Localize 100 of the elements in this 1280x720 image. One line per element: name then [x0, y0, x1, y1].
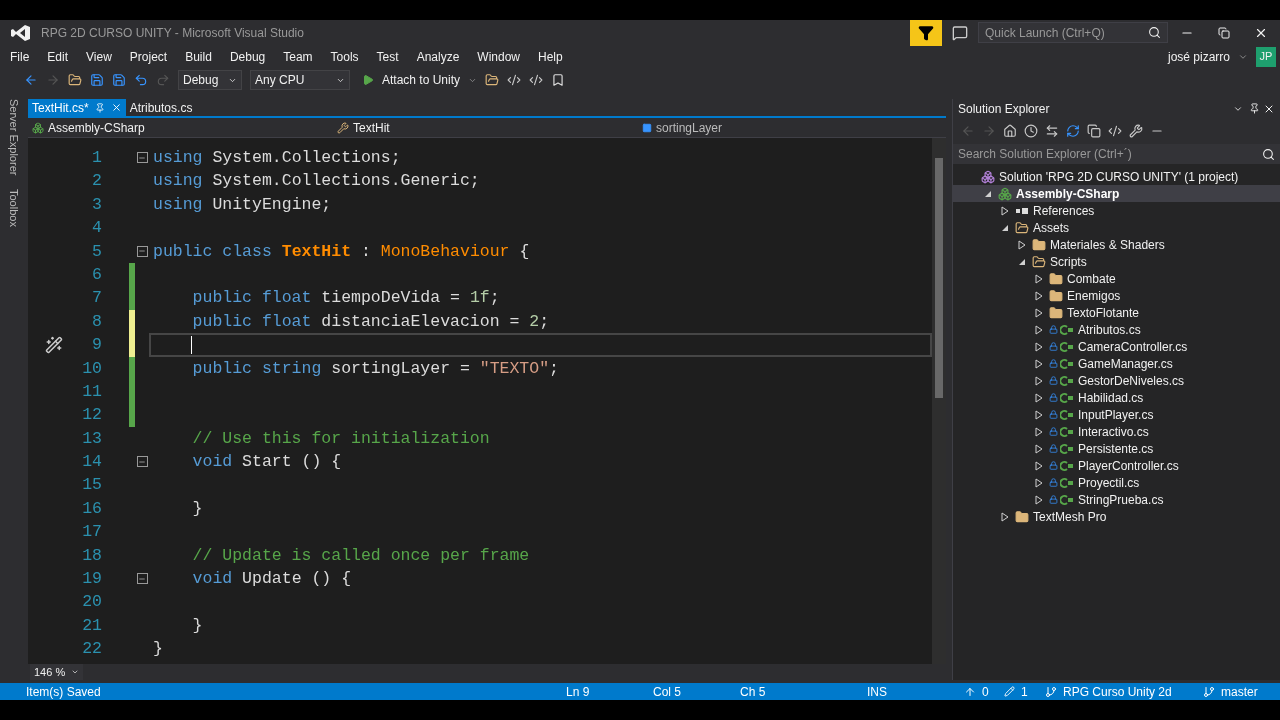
tree-item[interactable]: Habilidad.cs — [953, 389, 1280, 406]
push-count[interactable]: 0 — [982, 682, 1004, 701]
menu-item[interactable]: Team — [274, 47, 322, 66]
document-tab[interactable]: Atributos.cs — [125, 99, 197, 116]
pin-icon[interactable] — [1249, 103, 1260, 114]
collapse-icon[interactable] — [136, 152, 148, 164]
project-dropdown[interactable]: Assembly-CSharp — [28, 118, 333, 137]
code-icon[interactable] — [1108, 124, 1122, 138]
bookmark-icon[interactable] — [551, 73, 566, 87]
undo-icon[interactable] — [134, 73, 148, 87]
collapsed-arrow-icon[interactable] — [1035, 290, 1045, 301]
collapsed-arrow-icon[interactable] — [1035, 460, 1045, 471]
side-tab[interactable]: Server Explorer — [5, 99, 23, 176]
collapsed-arrow-icon[interactable] — [1001, 511, 1011, 522]
home-icon[interactable] — [1003, 124, 1017, 138]
collapsed-arrow-icon[interactable] — [1035, 341, 1045, 352]
side-tab[interactable]: Toolbox — [5, 189, 23, 228]
tree-item[interactable]: Scripts — [953, 253, 1280, 270]
tree-item[interactable]: Assembly-CSharp — [953, 185, 1280, 202]
branch-icon[interactable] — [1203, 685, 1215, 698]
menu-item[interactable]: Build — [176, 47, 221, 66]
member-dropdown[interactable]: sortingLayer — [638, 118, 946, 137]
refresh-icon[interactable] — [1066, 124, 1080, 138]
tree-item[interactable]: CameraController.cs — [953, 338, 1280, 355]
tree-item[interactable]: Enemigos — [953, 287, 1280, 304]
collapsed-arrow-icon[interactable] — [1035, 477, 1045, 488]
restore-icon[interactable] — [1218, 26, 1230, 39]
quick-action-icon[interactable] — [45, 335, 63, 354]
expanded-arrow-icon[interactable] — [984, 189, 994, 198]
repository-name[interactable]: RPG Curso Unity 2d — [1063, 682, 1203, 701]
tree-item[interactable]: Materiales & Shaders — [953, 236, 1280, 253]
collapsed-arrow-icon[interactable] — [1035, 324, 1045, 335]
tree-item[interactable]: Interactivo.cs — [953, 423, 1280, 440]
properties-icon[interactable] — [1129, 124, 1143, 138]
menu-item[interactable]: File — [0, 47, 39, 66]
collapsed-arrow-icon[interactable] — [1035, 375, 1045, 386]
collapsed-arrow-icon[interactable] — [1001, 205, 1011, 216]
search-icon[interactable] — [1148, 26, 1161, 39]
menu-item[interactable]: Analyze — [407, 47, 469, 66]
document-tab[interactable]: TextHit.cs* — [28, 99, 126, 116]
tree-item[interactable]: Atributos.cs — [953, 321, 1280, 338]
tree-item[interactable]: GestorDeNiveles.cs — [953, 372, 1280, 389]
type-dropdown[interactable]: TextHit — [333, 118, 638, 137]
sync-icon[interactable] — [1045, 124, 1059, 138]
tree-item[interactable]: Persistente.cs — [953, 440, 1280, 457]
caret-icon[interactable] — [71, 668, 80, 676]
expanded-arrow-icon[interactable] — [1018, 257, 1028, 266]
menu-item[interactable]: View — [77, 47, 121, 66]
branch-name[interactable]: master — [1221, 682, 1258, 701]
configuration-dropdown[interactable]: Debug — [178, 70, 242, 90]
pencil-icon[interactable] — [1004, 686, 1015, 697]
tree-item[interactable]: InputPlayer.cs — [953, 406, 1280, 423]
menu-item[interactable]: Tools — [321, 47, 368, 66]
menu-item[interactable]: Debug — [220, 47, 275, 66]
open-folder-icon[interactable] — [68, 73, 82, 87]
save-icon[interactable] — [90, 73, 104, 87]
menu-item[interactable]: Window — [468, 47, 529, 66]
collapsed-arrow-icon[interactable] — [1035, 443, 1045, 454]
menu-item[interactable]: Edit — [38, 47, 78, 66]
chat-icon[interactable] — [952, 24, 968, 41]
collapsed-arrow-icon[interactable] — [1035, 392, 1045, 403]
tree-item[interactable]: Solution 'RPG 2D CURSO UNITY' (1 project) — [953, 168, 1280, 185]
tree-item[interactable]: References — [953, 202, 1280, 219]
collapsed-arrow-icon[interactable] — [1035, 494, 1045, 505]
back-icon[interactable] — [24, 73, 38, 87]
expanded-arrow-icon[interactable] — [1001, 223, 1011, 232]
collapsed-arrow-icon[interactable] — [1035, 273, 1045, 284]
menu-item[interactable]: Project — [120, 47, 177, 66]
search-icon[interactable] — [1262, 147, 1275, 161]
tree-item[interactable]: Combate — [953, 270, 1280, 287]
tree-item[interactable]: Proyectil.cs — [953, 474, 1280, 491]
collapsed-arrow-icon[interactable] — [1035, 307, 1045, 318]
tree-item[interactable]: StringPrueba.cs — [953, 491, 1280, 508]
line-indicator: Ln 9 — [566, 683, 591, 701]
change-count[interactable]: 1 — [1021, 682, 1045, 701]
tree-item[interactable]: TextMesh Pro — [953, 508, 1280, 525]
collapsed-arrow-icon[interactable] — [1035, 409, 1045, 420]
csharp-file-icon — [1060, 392, 1074, 403]
menu-item[interactable]: Test — [367, 47, 408, 66]
quick-launch-field[interactable]: Quick Launch (Ctrl+Q) — [978, 22, 1168, 43]
collapsed-arrow-icon[interactable] — [1035, 426, 1045, 437]
tree-item[interactable]: Assets — [953, 219, 1280, 236]
tree-item[interactable]: PlayerController.cs — [953, 457, 1280, 474]
play-icon[interactable] — [362, 74, 374, 86]
attach-button[interactable]: Attach to Unity — [382, 71, 461, 89]
history-icon[interactable] — [1024, 124, 1038, 138]
user-name[interactable]: josé pizarro — [1167, 47, 1230, 66]
platform-dropdown[interactable]: Any CPU — [250, 70, 350, 90]
save-all-icon[interactable] — [112, 73, 126, 87]
collapse-icon[interactable] — [136, 456, 148, 468]
menu-item[interactable]: Help — [529, 47, 572, 66]
collapse-icon[interactable] — [136, 245, 148, 257]
collapsed-arrow-icon[interactable] — [1035, 358, 1045, 369]
search-field[interactable]: Search Solution Explorer (Ctrl+´) — [953, 144, 1280, 164]
collapsed-arrow-icon[interactable] — [1018, 239, 1028, 250]
line-number: 16 — [81, 497, 102, 520]
tree-item[interactable]: TextoFlotante — [953, 304, 1280, 321]
close-tab-icon[interactable] — [110, 102, 122, 113]
tree-item[interactable]: GameManager.cs — [953, 355, 1280, 372]
collapse-icon[interactable] — [136, 573, 148, 585]
